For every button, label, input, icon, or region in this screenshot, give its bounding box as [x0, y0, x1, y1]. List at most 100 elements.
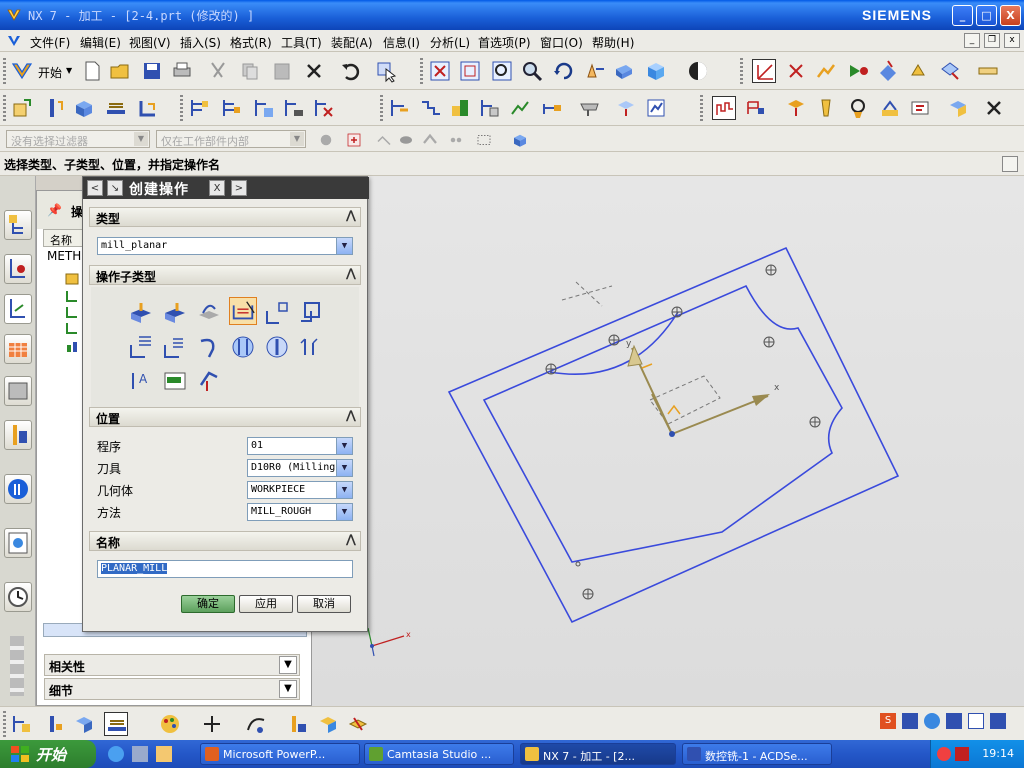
ime-punct-icon[interactable]: [946, 713, 962, 729]
mdi-close-button[interactable]: x: [1004, 33, 1020, 48]
show-desktop-icon[interactable]: [132, 746, 148, 762]
machine-icon[interactable]: [578, 96, 602, 120]
face-milling-manual-icon[interactable]: [195, 299, 223, 327]
reset-arrow-icon[interactable]: ↘: [107, 180, 123, 196]
copy-icon[interactable]: [238, 59, 262, 83]
view-orient-icon[interactable]: [686, 59, 710, 83]
paste-icon[interactable]: [270, 59, 294, 83]
geometry-view-icon[interactable]: [252, 96, 276, 120]
collapse-icon[interactable]: ⋀: [346, 532, 356, 546]
measure-icon[interactable]: [976, 59, 1000, 83]
menu-tools[interactable]: 工具(T): [281, 34, 322, 51]
tool-holder-icon[interactable]: [814, 96, 838, 120]
chevron-down-icon[interactable]: ▼: [134, 132, 148, 146]
cancel-button[interactable]: 取消: [297, 595, 351, 613]
toolbar-grip[interactable]: [420, 58, 423, 84]
type-filter-combo[interactable]: 没有选择过滤器 ▼: [6, 130, 150, 148]
toolbar-grip[interactable]: [3, 58, 6, 84]
start-menu-icon[interactable]: [10, 59, 34, 83]
report-icon[interactable]: [644, 96, 668, 120]
color-palette-icon[interactable]: [158, 712, 182, 736]
ie-quicklaunch-icon[interactable]: [108, 746, 124, 762]
mill-control-icon[interactable]: [161, 367, 189, 395]
system-materials-tab[interactable]: [4, 474, 32, 504]
shop-documentation-icon[interactable]: [878, 96, 902, 120]
details-panel[interactable]: 细节 ▼: [44, 678, 300, 700]
snap-icon[interactable]: [317, 131, 335, 149]
extrude-icon[interactable]: [346, 712, 370, 736]
machine-tool-view-icon[interactable]: [220, 96, 244, 120]
scope-filter-combo[interactable]: 仅在工作部件内部 ▼: [156, 130, 306, 148]
program-group-icon[interactable]: [10, 712, 34, 736]
datum-icon[interactable]: [286, 712, 310, 736]
point-filter-icon[interactable]: [447, 131, 465, 149]
copy-operation-icon[interactable]: [478, 96, 502, 120]
collapse-icon[interactable]: ⋀: [346, 266, 356, 280]
generate-path-icon[interactable]: [814, 59, 838, 83]
face-milling-area-icon[interactable]: [127, 299, 155, 327]
render-style-icon[interactable]: [644, 59, 668, 83]
reuse-library-tab[interactable]: [4, 376, 32, 406]
assembly-filter-icon[interactable]: [511, 131, 529, 149]
create-operation-icon[interactable]: [136, 96, 160, 120]
edge-filter-icon[interactable]: [421, 131, 439, 149]
toolbar-grip[interactable]: [180, 95, 183, 121]
toolbar-grip[interactable]: [700, 95, 703, 121]
web-browser-tab[interactable]: [4, 528, 32, 558]
maximize-button[interactable]: □: [976, 5, 997, 26]
face-filter-icon[interactable]: [397, 131, 415, 149]
menu-window[interactable]: 窗口(O): [540, 34, 583, 51]
planar-profile-icon[interactable]: [263, 299, 291, 327]
toolpath-icon[interactable]: [418, 96, 442, 120]
new-file-icon[interactable]: [80, 59, 104, 83]
tool-library-tab[interactable]: [4, 420, 32, 450]
clsf-icon[interactable]: [908, 96, 932, 120]
mdi-minimize-button[interactable]: _: [964, 33, 980, 48]
menu-format[interactable]: 格式(R): [230, 34, 272, 51]
method-group-icon[interactable]: [104, 712, 128, 736]
csys-icon[interactable]: [784, 59, 808, 83]
toolbar-grip[interactable]: [380, 95, 383, 121]
program-select[interactable]: 01 ▼: [247, 437, 353, 455]
chevron-down-icon[interactable]: ▼: [336, 482, 352, 498]
menu-edit[interactable]: 编辑(E): [80, 34, 121, 51]
mill-text-icon[interactable]: A: [127, 367, 155, 395]
minimize-button[interactable]: _: [952, 5, 973, 26]
tray-security-icon[interactable]: [955, 747, 969, 761]
cue-expand-icon[interactable]: [1002, 156, 1018, 172]
start-button[interactable]: 开始: [0, 740, 96, 768]
toolbar-grip[interactable]: [3, 95, 6, 121]
shop-doc-icon[interactable]: [906, 59, 930, 83]
ime-logo-icon[interactable]: S: [880, 713, 896, 729]
material-icon[interactable]: [946, 96, 970, 120]
machine-navigator-tab[interactable]: [4, 334, 32, 364]
operation-navigator-tab[interactable]: [4, 294, 32, 324]
type-section-header[interactable]: 类型 ⋀: [89, 207, 361, 227]
graphics-window[interactable]: x y x z: [312, 176, 1024, 706]
menu-analysis[interactable]: 分析(L): [430, 34, 470, 51]
create-tool-icon[interactable]: [42, 96, 66, 120]
zoom-window-icon[interactable]: [458, 59, 482, 83]
curve-icon[interactable]: [244, 712, 268, 736]
ok-button[interactable]: 确定: [181, 595, 235, 613]
chevron-down-icon[interactable]: ▼: [290, 132, 304, 146]
create-program-icon[interactable]: [10, 96, 34, 120]
menu-help[interactable]: 帮助(H): [592, 34, 634, 51]
rotate-icon[interactable]: [552, 59, 576, 83]
ime-lang-icon[interactable]: [902, 713, 918, 729]
ime-moon-icon[interactable]: [924, 713, 940, 729]
selection-icon[interactable]: [374, 59, 398, 83]
geometry-select[interactable]: WORKPIECE ▼: [247, 481, 353, 499]
cut-icon[interactable]: [206, 59, 230, 83]
history-tab[interactable]: [4, 582, 32, 612]
mill-user-icon[interactable]: [195, 367, 223, 395]
ime-tools-icon[interactable]: [990, 713, 1006, 729]
pin-icon[interactable]: 📌: [47, 203, 62, 217]
create-method-icon[interactable]: [104, 96, 128, 120]
program-order-view-icon[interactable]: [188, 96, 212, 120]
chevron-right-icon[interactable]: >: [231, 180, 247, 196]
method-select[interactable]: MILL_ROUGH ▼: [247, 503, 353, 521]
planar-text-icon[interactable]: [297, 333, 325, 361]
dependencies-panel[interactable]: 相关性 ▼: [44, 654, 300, 676]
finish-floor-icon[interactable]: [161, 333, 189, 361]
